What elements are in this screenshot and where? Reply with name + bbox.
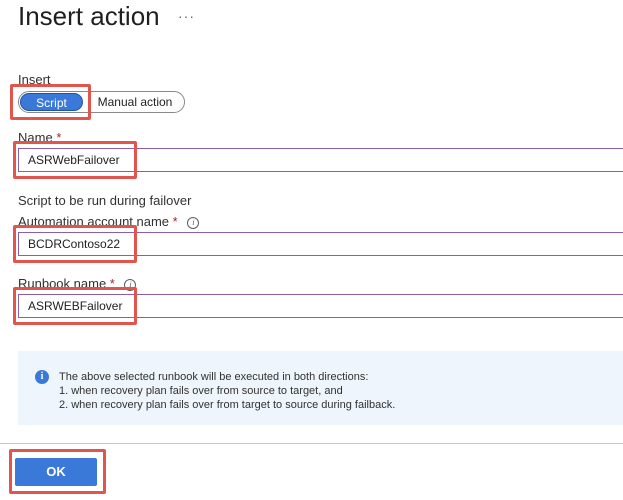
manual-action-option[interactable]: Manual action bbox=[89, 93, 181, 111]
info-line: 2. when recovery plan fails over from ta… bbox=[59, 399, 396, 411]
info-line: The above selected runbook will be execu… bbox=[59, 371, 369, 383]
page-title: Insert action bbox=[18, 1, 160, 31]
ellipsis-icon[interactable]: ··· bbox=[178, 8, 195, 24]
info-circle-icon: i bbox=[35, 370, 49, 384]
runbook-name-highlight-box bbox=[13, 287, 137, 325]
required-marker: * bbox=[172, 214, 178, 229]
script-section-heading: Script to be run during failover bbox=[18, 193, 192, 208]
script-highlight-box bbox=[10, 84, 91, 120]
automation-account-highlight-box bbox=[13, 225, 137, 263]
info-message-text: The above selected runbook will be execu… bbox=[59, 370, 395, 412]
ok-highlight-box bbox=[9, 449, 106, 494]
name-highlight-box bbox=[13, 141, 137, 179]
info-line: 1. when recovery plan fails over from so… bbox=[59, 385, 343, 397]
footer-divider bbox=[0, 443, 623, 444]
info-icon[interactable]: i bbox=[187, 217, 200, 229]
